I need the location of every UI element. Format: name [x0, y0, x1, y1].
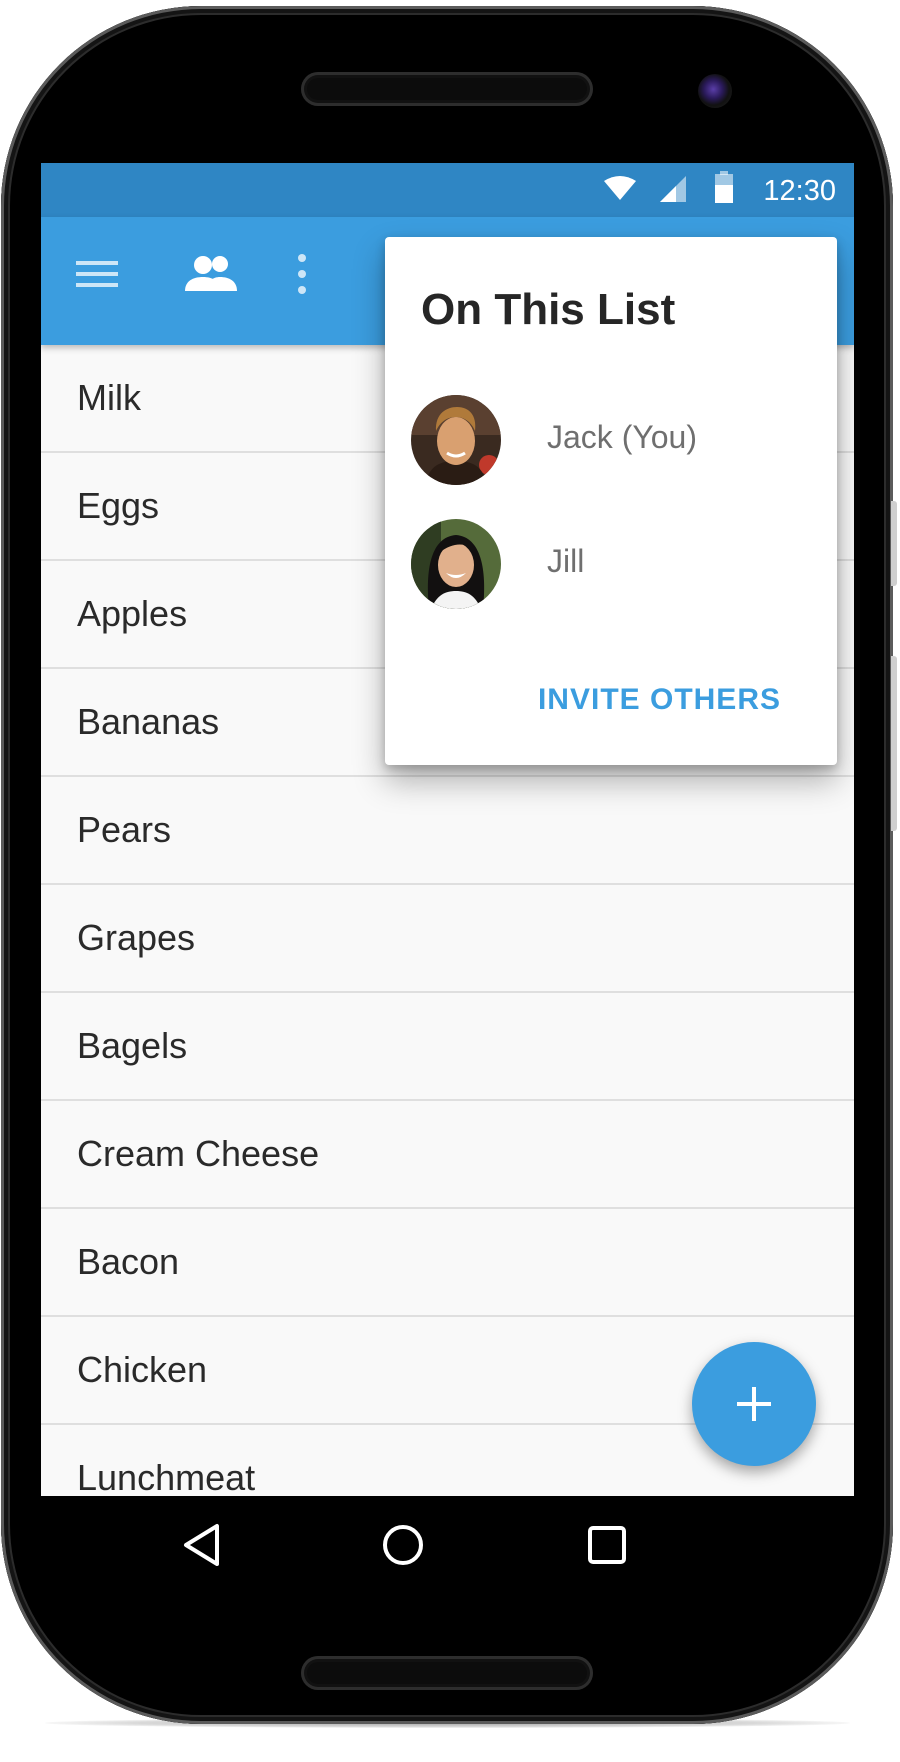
list-item-label: Chicken	[77, 1349, 208, 1390]
avatar-jack	[411, 395, 501, 485]
list-item-label: Milk	[77, 377, 141, 418]
list-item[interactable]: Bacon	[41, 1209, 854, 1317]
list-item-label: Pears	[77, 809, 172, 850]
popup-title: On This List	[421, 285, 676, 334]
status-time: 12:30	[763, 175, 836, 207]
people-icon[interactable]	[185, 255, 239, 293]
front-camera	[698, 74, 732, 108]
list-item[interactable]: Pears	[41, 777, 854, 885]
list-item-label: Apples	[77, 593, 188, 634]
cell-signal-icon	[660, 176, 686, 202]
list-item-label: Eggs	[77, 485, 160, 526]
list-item-label: Bagels	[77, 1025, 188, 1066]
avatar-jill	[411, 519, 501, 609]
list-item-label: Bananas	[77, 701, 220, 742]
wifi-icon	[604, 176, 636, 200]
list-item[interactable]: Bagels	[41, 993, 854, 1101]
invite-others-button[interactable]: INVITE OTHERS	[538, 683, 781, 717]
member-row-jack[interactable]: Jack (You)	[411, 395, 831, 485]
bottom-speaker	[301, 1656, 593, 1690]
member-name: Jill	[547, 543, 585, 579]
recents-icon[interactable]	[587, 1525, 627, 1565]
home-icon[interactable]	[381, 1523, 425, 1567]
status-bar: 12:30	[41, 163, 854, 217]
member-name: Jack (You)	[547, 419, 697, 455]
screen: 12:30 Milk Eggs Apples Bananas Pears Gra…	[41, 163, 854, 1604]
list-item-label: Lunchmeat	[77, 1457, 256, 1498]
battery-icon	[715, 171, 733, 203]
more-vert-icon[interactable]	[297, 253, 307, 295]
volume-button	[891, 656, 897, 831]
member-row-jill[interactable]: Jill	[411, 519, 831, 609]
phone-frame: 12:30 Milk Eggs Apples Bananas Pears Gra…	[1, 6, 897, 1724]
on-this-list-popup: On This List Jack (You) Jill INVITE OTHE…	[385, 237, 837, 765]
earpiece-speaker	[301, 72, 593, 106]
list-item-label: Grapes	[77, 917, 196, 958]
menu-icon[interactable]	[76, 259, 118, 289]
list-item[interactable]: Cream Cheese	[41, 1101, 854, 1209]
add-icon	[737, 1387, 771, 1421]
back-icon[interactable]	[182, 1522, 222, 1568]
add-item-button[interactable]	[692, 1342, 816, 1466]
navigation-bar	[41, 1496, 854, 1604]
power-button	[891, 501, 897, 586]
list-item-label: Cream Cheese	[77, 1133, 320, 1174]
list-item[interactable]: Grapes	[41, 885, 854, 993]
list-item-label: Bacon	[77, 1241, 180, 1282]
